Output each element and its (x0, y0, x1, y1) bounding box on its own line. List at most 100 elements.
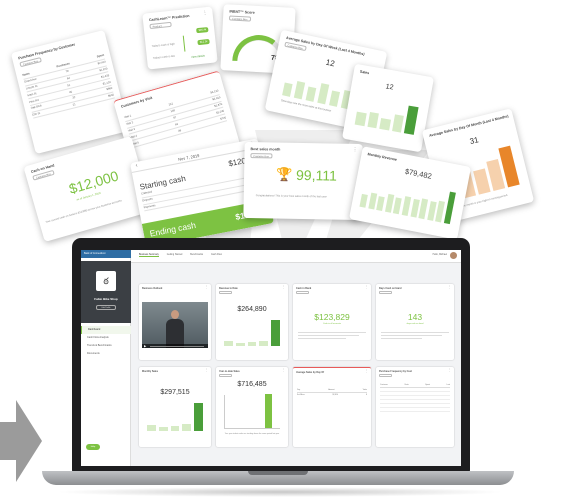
brand-bar: Bank of Connecticut (81, 250, 131, 258)
card-title: Monthly Revenue (367, 152, 398, 162)
more-icon[interactable]: ⋮ (352, 147, 357, 153)
tab-benchmarks[interactable]: Benchmarks (190, 254, 203, 257)
avatar[interactable] (450, 252, 457, 259)
bar (194, 403, 203, 431)
location-filter[interactable] (379, 374, 392, 377)
bar (367, 111, 380, 129)
play-icon[interactable]: ▶ (144, 344, 146, 348)
bar (379, 117, 391, 131)
nav-item-documents[interactable]: Documents (81, 350, 131, 358)
nav-list: Dashboard Cash Flow Analysis Trends & Be… (81, 326, 131, 358)
more-icon[interactable]: ⋮ (205, 368, 209, 372)
table-row[interactable]: Sat Bikes $2,810 8 (297, 393, 367, 397)
bar-chart (147, 403, 203, 431)
purchase-frequency-card-screen[interactable]: Purchase Frequency by Cust ⋮ Customer Vi… (376, 367, 454, 447)
more-icon[interactable]: ⋮ (365, 369, 369, 373)
row-label: Today's cash is low (152, 54, 176, 60)
nav-item-dashboard[interactable]: Dashboard (81, 326, 131, 334)
ytd-sales-card[interactable]: Year-to-date Sales ⋮ $716,485 Your year-… (216, 367, 288, 447)
bar (147, 424, 156, 431)
best-month-value: 99,111 (295, 166, 337, 184)
revenue-card[interactable]: Revenue to Date ⋮ $264,890 (216, 284, 288, 360)
bar (235, 342, 245, 346)
more-icon[interactable]: ⋮ (448, 285, 452, 289)
purchase-frequency-card[interactable]: Purchase Frequency by Customer Captains … (10, 29, 130, 155)
nav-item-cash-flow[interactable]: Cash Flow Analysis (81, 334, 131, 342)
card-title: Average Sales by Day Of (296, 371, 325, 374)
bar (271, 320, 280, 346)
bar (359, 194, 368, 208)
location-filter[interactable]: Captains Box (228, 15, 252, 22)
sales-card[interactable]: Sales 12 (342, 63, 434, 153)
line-area-chart (224, 394, 280, 429)
more-icon[interactable]: ⋮ (448, 368, 452, 372)
ytd-value: $716,485 (237, 381, 267, 388)
bar (305, 86, 317, 102)
cash-flow-date: Nov 7, 2019 (177, 152, 200, 162)
bar (393, 197, 403, 215)
bar (158, 426, 168, 431)
more-icon[interactable]: ⋮ (282, 285, 286, 289)
card-title: Average Sales by Day Of Month (Last 4 Mo… (428, 114, 509, 138)
location-filter[interactable]: Product (149, 21, 172, 30)
more-icon[interactable]: ⋮ (205, 285, 209, 289)
card-title: INBAT™ Score (229, 9, 255, 15)
average-sales-card[interactable]: Average Sales by Day Of ⋮ Day Amount Vis… (293, 367, 371, 447)
table-row[interactable] (380, 408, 450, 412)
days-subtext: days cash on hand (406, 323, 424, 325)
sales-value: 12 (324, 57, 336, 69)
location-filter[interactable] (219, 291, 232, 294)
data-table: Customer Visits Spent Last (380, 383, 450, 412)
video-player[interactable]: ▶ (142, 302, 208, 348)
location-filter[interactable] (219, 374, 232, 377)
bar (265, 394, 272, 428)
tab-business-summary[interactable]: Business Summary (139, 254, 159, 257)
profile-panel: ఠ Fabio Bike Shop Edit Profile (81, 261, 131, 323)
more-icon[interactable]: ⋮ (365, 285, 369, 289)
video-progress[interactable] (150, 345, 204, 347)
more-icon[interactable]: ⋮ (202, 10, 208, 16)
bar (404, 105, 419, 135)
welcome-video-card[interactable]: Business Outlook ⋮ ▶ (139, 284, 211, 360)
location-filter[interactable] (296, 291, 309, 294)
card-title: CashLearn™ Prediction (148, 13, 190, 23)
location-filter[interactable] (379, 291, 392, 294)
data-table: Visit 1 212 $4,120 Visit 2 148 $3,010 Visit … (123, 88, 228, 148)
card-title: Cash in Bank (296, 287, 312, 290)
edit-profile-button[interactable]: Edit Profile (96, 305, 116, 310)
video-controls[interactable]: ▶ (142, 344, 208, 348)
bar (367, 192, 377, 210)
prev-arrow-icon[interactable]: ‹ (135, 163, 138, 169)
card-title: Sales (359, 69, 370, 76)
cash-in-bank-card[interactable]: Cash in Bank ⋮ $123,829 Cash in all acco… (293, 284, 371, 360)
card-title: Monthly Sales (142, 370, 159, 373)
tab-cash-flow[interactable]: Cash Flow (211, 254, 222, 257)
revenue-value: $264,890 (237, 306, 267, 313)
card-title: Customers by Visit (120, 95, 153, 109)
bar (224, 341, 233, 346)
card-title: Best sales month (250, 147, 281, 152)
user-greeting: Hello, Michael (432, 254, 447, 256)
tab-getting-started[interactable]: Getting Started (167, 254, 182, 257)
more-icon[interactable]: ⋮ (282, 368, 286, 372)
business-logo: ఠ (96, 271, 116, 291)
bar (182, 424, 192, 431)
days-cash-card[interactable]: Days Cash on Hand ⋮ 143 days cash on han… (376, 284, 454, 360)
cashlearn-prediction-card[interactable]: CashLearn™ Prediction ⋮ Product Today's … (142, 6, 218, 70)
ytd-caption: Your year-to-date sales are tracking abo… (224, 433, 280, 435)
monthly-sales-card[interactable]: Monthly Sales ⋮ $297,515 (139, 367, 211, 447)
tab-bar: Business Summary Getting Started Benchma… (139, 254, 222, 257)
laptop-screen: Bank of Connecticut ఠ Fabio Bike Shop Ed… (81, 250, 461, 466)
best-sales-month-card[interactable]: Best sales month ⋮ Captains Box 🏆 99,111… (243, 141, 363, 221)
nav-item-trends[interactable]: Trends & Benchmarks (81, 342, 131, 350)
days-value: 143 (407, 312, 423, 322)
bar-chart (224, 320, 280, 346)
bar (376, 195, 386, 212)
text-lines (381, 332, 449, 339)
help-button[interactable]: Help (86, 444, 100, 450)
sidebar: Bank of Connecticut ఠ Fabio Bike Shop Ed… (81, 250, 131, 466)
card-title: Year-to-date Sales (219, 370, 240, 373)
location-filter[interactable]: Captains Box (250, 153, 273, 159)
prediction-pill: $12.3k (197, 38, 210, 45)
bar (282, 82, 293, 97)
